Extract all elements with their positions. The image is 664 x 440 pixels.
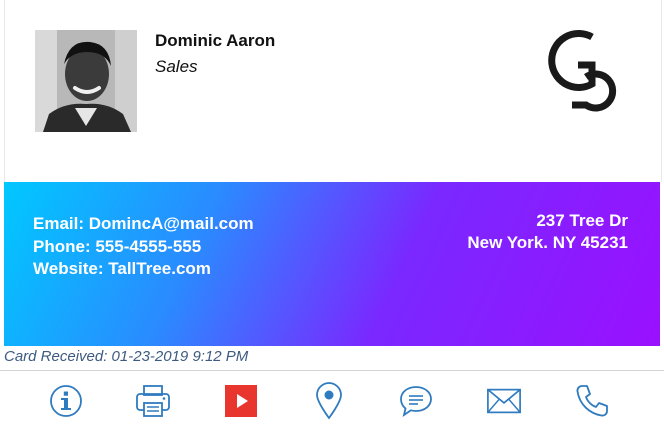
website-line[interactable]: Website: TallTree.com: [33, 258, 254, 281]
profile-photo: [35, 30, 137, 132]
phone-line[interactable]: Phone: 555-4555-555: [33, 236, 254, 259]
contact-band: Email: DomincA@mail.com Phone: 555-4555-…: [4, 182, 660, 346]
video-button[interactable]: [223, 383, 259, 419]
info-icon: [50, 385, 82, 417]
action-toolbar: [0, 370, 664, 440]
contact-name: Dominic Aaron: [155, 31, 276, 50]
info-button[interactable]: [48, 383, 84, 419]
address-line-2: New York. NY 45231: [467, 233, 628, 252]
chat-icon: [400, 386, 432, 418]
location-pin-icon: [316, 382, 342, 420]
contact-title: Sales: [155, 57, 198, 76]
print-button[interactable]: [135, 383, 171, 419]
contact-details: Email: DomincA@mail.com Phone: 555-4555-…: [33, 213, 254, 281]
call-button[interactable]: [574, 383, 610, 419]
address-line-1: 237 Tree Dr: [536, 211, 628, 230]
printer-icon: [136, 385, 170, 417]
card-header: Dominic Aaron Sales: [4, 0, 662, 182]
email-line[interactable]: Email: DomincA@mail.com: [33, 213, 254, 236]
email-button[interactable]: [486, 383, 522, 419]
phone-icon: [576, 385, 608, 417]
video-play-icon: [225, 385, 257, 417]
location-button[interactable]: [311, 382, 347, 420]
card-received-timestamp: Card Received: 01-23-2019 9:12 PM: [4, 348, 249, 365]
mail-icon: [487, 388, 521, 414]
business-card: Dominic Aaron Sales Email: DomincA@mail.…: [0, 0, 664, 440]
address-block: 237 Tree Dr New York. NY 45231: [467, 210, 628, 254]
message-button[interactable]: [398, 383, 434, 419]
company-logo: [548, 29, 630, 113]
